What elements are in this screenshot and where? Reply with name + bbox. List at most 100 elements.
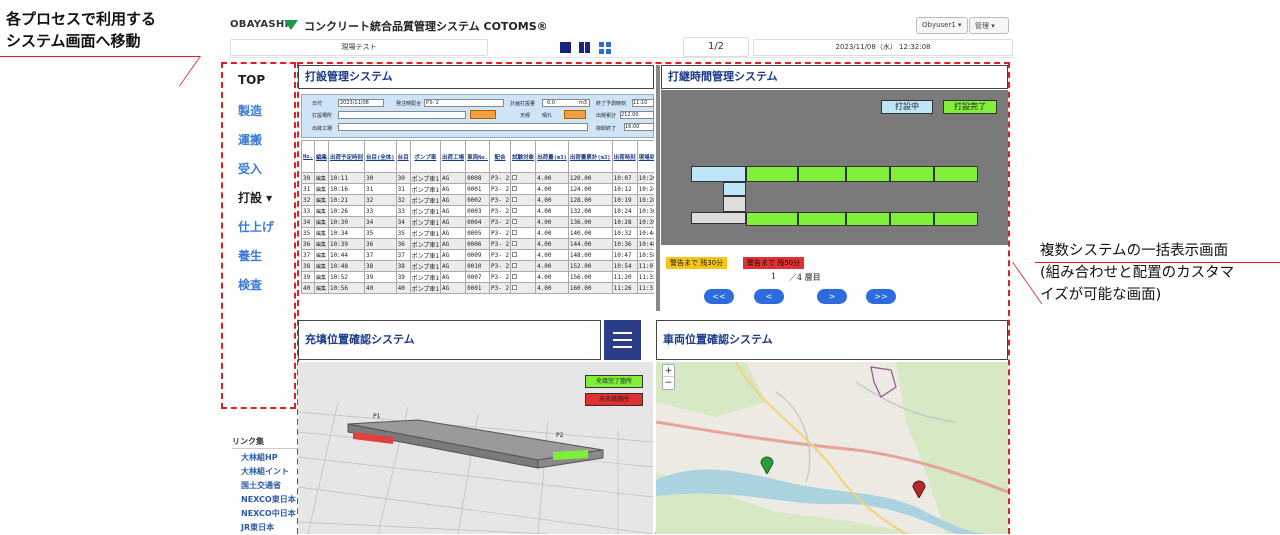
test-checkbox[interactable] xyxy=(512,218,518,224)
red-marker-icon[interactable] xyxy=(912,478,926,498)
table-row[interactable]: 35 編集 10:34 35 35 ポンプ車1 AG 0005 P3- 2 4.00 140.00 1… xyxy=(301,227,654,239)
place-input[interactable] xyxy=(338,111,466,119)
table-column-header[interactable]: 配合 xyxy=(488,140,512,173)
fill-3d-view[interactable]: P1 P2 充填完了箇所 未充填箇所 xyxy=(298,362,653,534)
table-row[interactable]: 31 編集 10:16 31 31 ポンプ車1 AG 0001 P3- 2 4.00 124.00 1… xyxy=(301,183,654,195)
table-row[interactable]: 38 編集 10:48 38 38 ポンプ車1 AG 0010 P3- 2 4.00 152.00 1… xyxy=(301,260,654,272)
callout-right-line2: (組み合わせと配置のカスタマ xyxy=(1040,265,1235,281)
order-input[interactable]: P3- 2 xyxy=(424,99,504,107)
edit-button[interactable]: 編集 xyxy=(313,216,329,228)
test-checkbox[interactable] xyxy=(512,262,518,268)
table-cell: 152.00 xyxy=(567,260,613,272)
test-checkbox[interactable] xyxy=(512,240,518,246)
test-checkbox[interactable] xyxy=(512,196,518,202)
test-checkbox[interactable] xyxy=(512,251,518,257)
table-column-header[interactable]: 編集 xyxy=(313,140,329,173)
layout-split-icon[interactable] xyxy=(579,42,590,53)
table-column-header[interactable]: 出荷量累計(m3) xyxy=(567,140,613,173)
shipped-input[interactable]: 212.00 xyxy=(620,111,654,119)
test-checkbox[interactable] xyxy=(512,229,518,235)
sidebar-item-finishing[interactable]: 仕上げ xyxy=(238,218,274,235)
test-checkbox[interactable] xyxy=(512,174,518,180)
edit-button[interactable]: 編集 xyxy=(313,205,329,217)
table-column-header[interactable]: 台目(全体) xyxy=(363,140,397,173)
link-nexco-central[interactable]: NEXCO中日本 xyxy=(241,508,296,519)
pouring-done-button[interactable]: 打設完了 xyxy=(943,100,997,114)
table-column-header[interactable]: 出荷量(m3) xyxy=(535,140,569,173)
table-column-header[interactable]: 台目 xyxy=(395,140,411,173)
table-cell: 10:54 xyxy=(611,260,638,272)
edit-button[interactable]: 編集 xyxy=(313,271,329,283)
table-column-header[interactable]: 車両No. xyxy=(465,140,490,173)
link-nexco-east[interactable]: NEXCO東日本 xyxy=(241,494,296,505)
user-menu-button[interactable]: Obyuser1 ▾ xyxy=(916,17,968,34)
last-page-button[interactable]: >> xyxy=(866,289,896,304)
green-marker-icon[interactable] xyxy=(760,454,774,474)
link-jr-east[interactable]: JR東日本 xyxy=(241,522,274,533)
table-row[interactable]: 32 編集 10:21 32 32 ポンプ車1 AG 0002 P3- 2 4.00 128.00 1… xyxy=(301,194,654,206)
edit-button[interactable]: 編集 xyxy=(313,172,329,184)
table-row[interactable]: 36 編集 10:39 36 36 ポンプ車1 AG 0006 P3- 2 4.00 144.00 1… xyxy=(301,238,654,250)
table-row[interactable]: 33 編集 10:26 33 33 ポンプ車1 AG 0003 P3- 2 4.00 132.00 1… xyxy=(301,205,654,217)
table-cell: 136.00 xyxy=(567,216,613,228)
date-input[interactable]: 2023/11/08 xyxy=(338,99,384,107)
table-column-header[interactable]: 出荷時刻 xyxy=(611,140,638,173)
weather-button[interactable] xyxy=(564,110,586,119)
sidebar-item-manufacturing[interactable]: 製造 xyxy=(238,102,262,119)
sidebar-item-curing[interactable]: 養生 xyxy=(238,247,262,264)
pouring-status-button[interactable]: 打設中 xyxy=(881,100,933,114)
edit-button[interactable]: 編集 xyxy=(313,260,329,272)
stop-input[interactable]: 16:00 xyxy=(624,123,654,131)
first-page-button[interactable]: << xyxy=(704,289,734,304)
pour-table-wrap[interactable]: No. 編集 出荷予定時刻 台目(全体) 台目 ポンプ車 出荷工場 車両No. 配合 試験対象 出荷… xyxy=(301,140,654,310)
edit-button[interactable]: 編集 xyxy=(313,227,329,239)
table-column-header[interactable]: 出荷工場 xyxy=(440,140,467,173)
table-row[interactable]: 30 編集 10:11 30 30 ポンプ車1 AG 0008 P3- 2 4.00 120.00 1… xyxy=(301,172,654,184)
vehicle-map[interactable]: + − xyxy=(656,362,1008,534)
link-intranet[interactable]: 大林組イント xyxy=(241,466,289,477)
sidebar-item-top[interactable]: TOP xyxy=(238,73,265,87)
plant-input[interactable] xyxy=(338,123,588,131)
edit-button[interactable]: 編集 xyxy=(313,194,329,206)
layout-grid-icon[interactable] xyxy=(599,42,611,54)
prev-page-button[interactable]: < xyxy=(754,289,784,304)
edit-button[interactable]: 編集 xyxy=(313,238,329,250)
hamburger-menu-button[interactable] xyxy=(604,320,641,360)
table-column-header[interactable]: 出荷予定時刻 xyxy=(327,140,365,173)
table-row[interactable]: 37 編集 10:44 37 37 ポンプ車1 AG 0009 P3- 2 4.00 148.00 1… xyxy=(301,249,654,261)
edit-button[interactable]: 編集 xyxy=(313,282,329,294)
edit-button[interactable]: 編集 xyxy=(313,183,329,195)
table-cell: 10:32 xyxy=(611,227,638,239)
table-cell: 37 xyxy=(301,249,315,261)
table-column-header[interactable]: 現場到着 xyxy=(636,140,654,173)
link-obayashi[interactable]: 大林組HP xyxy=(241,452,278,463)
table-cell xyxy=(510,172,537,184)
link-mlit[interactable]: 国土交通省 xyxy=(241,480,281,491)
sidebar-item-receiving[interactable]: 受入 xyxy=(238,160,262,177)
sidebar-item-pouring[interactable]: 打設 ▾ xyxy=(238,189,272,206)
zoom-out-button[interactable]: − xyxy=(663,377,674,389)
end-input[interactable]: 11:10 xyxy=(632,99,654,107)
table-row[interactable]: 39 編集 10:52 39 39 ポンプ車1 AG 0007 P3- 2 4.00 156.00 1… xyxy=(301,271,654,283)
place-select-button[interactable] xyxy=(470,110,496,119)
next-page-button[interactable]: > xyxy=(817,289,847,304)
table-column-header[interactable]: ポンプ車 xyxy=(409,140,442,173)
test-checkbox[interactable] xyxy=(512,284,518,290)
table-cell: ポンプ車1 xyxy=(409,227,442,239)
table-column-header[interactable]: 試験対象 xyxy=(510,140,537,173)
edit-button[interactable]: 編集 xyxy=(313,249,329,261)
test-checkbox[interactable] xyxy=(512,273,518,279)
sidebar-item-inspection[interactable]: 検査 xyxy=(238,276,262,293)
table-column-header[interactable]: No. xyxy=(301,140,315,173)
table-row[interactable]: 34 編集 10:30 34 34 ポンプ車1 AG 0004 P3- 2 4.00 136.00 1… xyxy=(301,216,654,228)
sidebar-item-transport[interactable]: 運搬 xyxy=(238,131,262,148)
admin-menu-button[interactable]: 管理 ▾ xyxy=(969,17,1009,34)
table-row[interactable]: 40 編集 10:56 40 40 ポンプ車1 AG 0001 P3- 2 4.00 160.00 1… xyxy=(301,282,654,294)
layout-single-icon[interactable] xyxy=(560,42,571,53)
table-cell: 4.00 xyxy=(535,216,569,228)
test-checkbox[interactable] xyxy=(512,185,518,191)
zoom-in-button[interactable]: + xyxy=(663,365,674,377)
test-checkbox[interactable] xyxy=(512,207,518,213)
table-cell: 144.00 xyxy=(567,238,613,250)
planned-input[interactable]: 0.0 m3 xyxy=(542,99,590,107)
